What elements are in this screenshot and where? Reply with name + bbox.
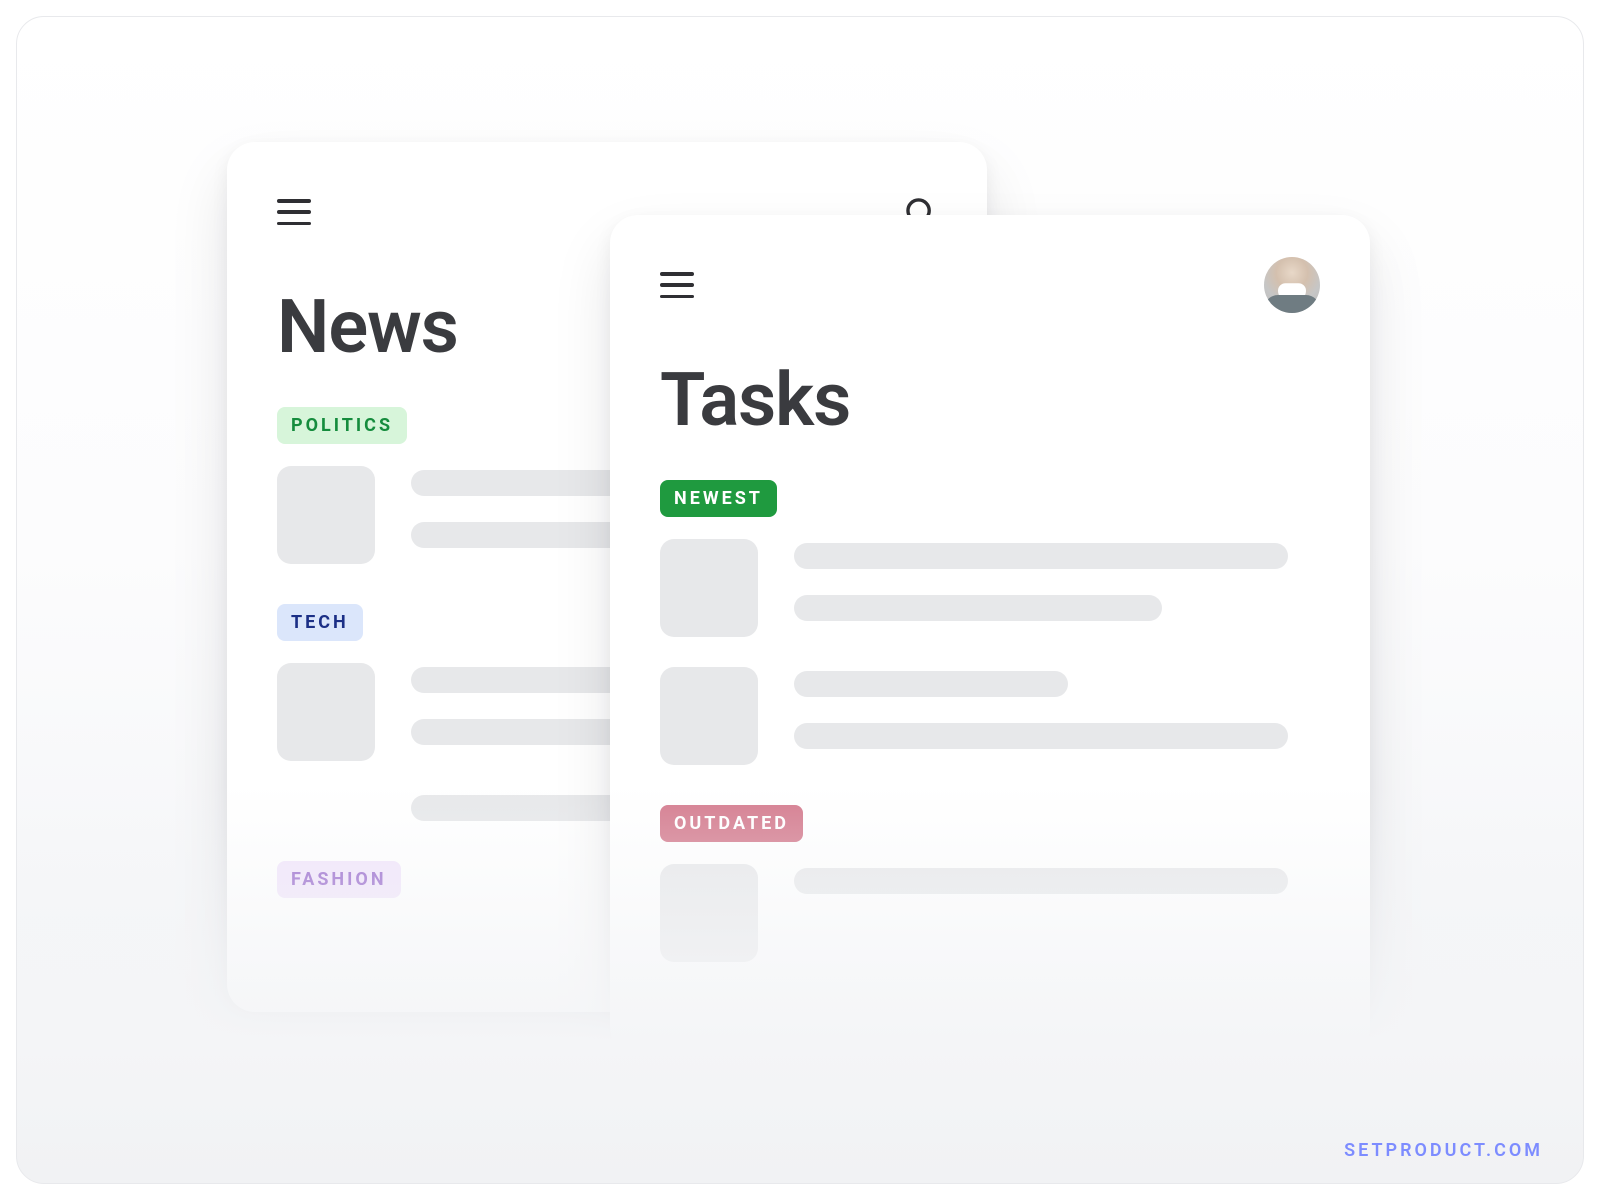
list-item[interactable] [660,864,1320,962]
text-placeholder [794,864,1320,894]
tag-outdated[interactable]: OUTDATED [660,805,803,842]
tasks-topbar [660,261,1320,309]
list-item[interactable] [660,539,1320,637]
thumbnail-placeholder [660,667,758,765]
tasks-card: Tasks NEWEST OUTDATED [610,215,1370,1055]
tasks-section-newest: NEWEST [660,480,1320,765]
canvas: News POLITICS TECH [16,16,1584,1184]
text-placeholder [794,539,1320,621]
menu-icon[interactable] [660,272,694,298]
text-placeholder [794,667,1320,749]
tag-politics[interactable]: POLITICS [277,407,407,444]
tasks-section-outdated: OUTDATED [660,805,1320,962]
tag-fashion[interactable]: FASHION [277,861,401,898]
thumbnail-placeholder [277,466,375,564]
thumbnail-placeholder [660,864,758,962]
tag-newest[interactable]: NEWEST [660,480,777,517]
thumbnail-placeholder [660,539,758,637]
menu-icon[interactable] [277,199,311,225]
thumbnail-placeholder [277,663,375,761]
list-item[interactable] [660,667,1320,765]
tag-tech[interactable]: TECH [277,604,363,641]
avatar[interactable] [1264,257,1320,313]
watermark: SETPRODUCT.COM [1344,1140,1543,1161]
tasks-title: Tasks [660,357,1320,444]
